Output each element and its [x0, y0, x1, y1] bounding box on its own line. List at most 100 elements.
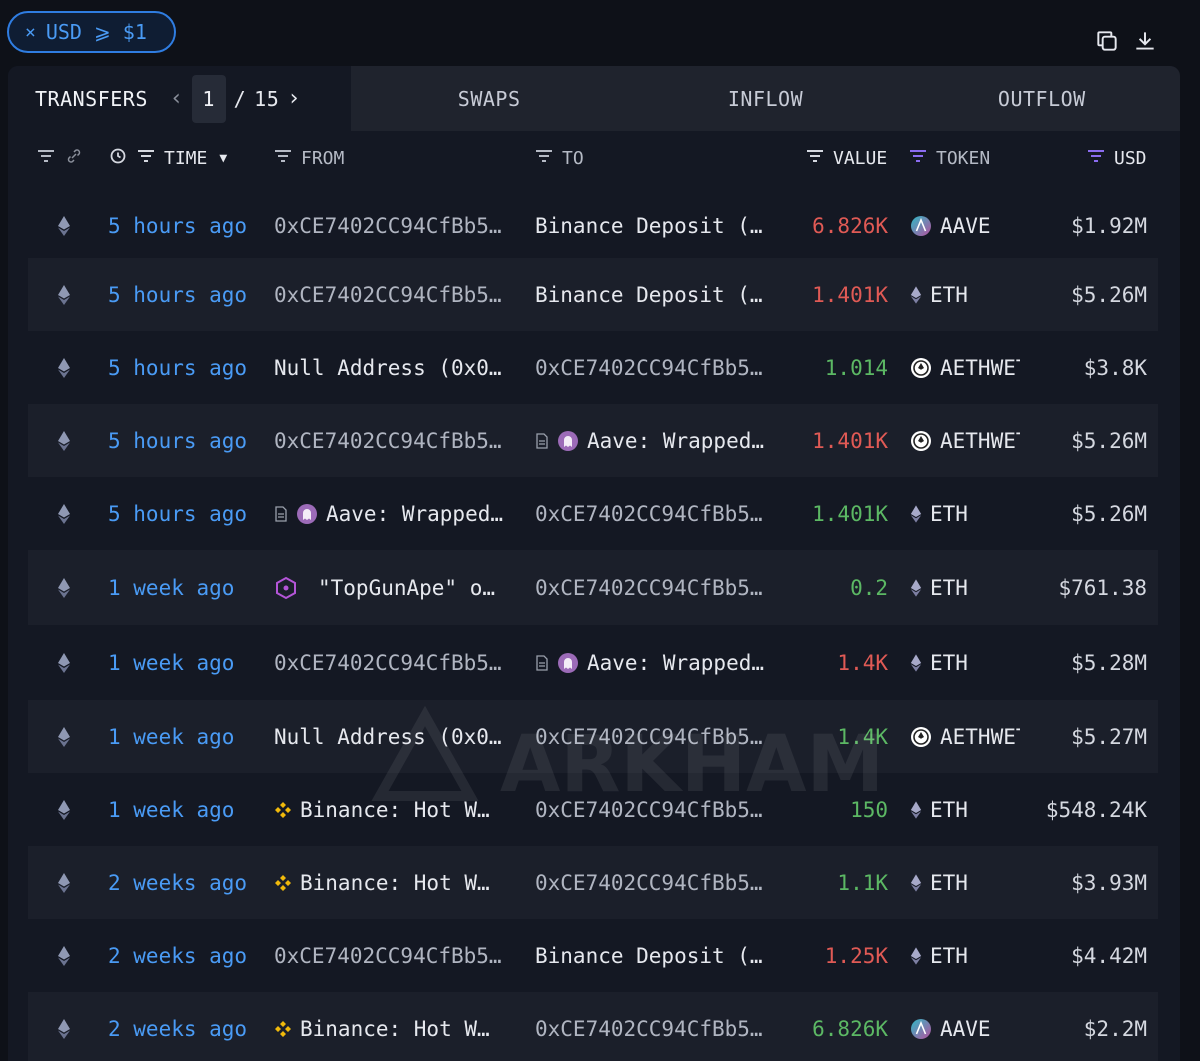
to-address[interactable]: Aave: Wrapped…: [535, 625, 777, 700]
usd-amount: $3.93M: [1071, 870, 1147, 895]
from-address[interactable]: Aave: Wrapped…: [274, 477, 516, 550]
time-link[interactable]: 1 week ago: [108, 550, 268, 625]
from-address[interactable]: 0xCE7402CC94CfBb5…: [274, 189, 516, 262]
table-row[interactable]: 5 hours ago 0xCE7402CC94CfBb5… Binance Dep…: [28, 189, 1158, 262]
to-address-label: Aave: Wrapped…: [587, 650, 765, 675]
table-row[interactable]: 5 hours ago Null Address (0x0… 0xCE7402CC9…: [28, 331, 1158, 404]
table-row[interactable]: 5 hours ago 0xCE7402CC94CfBb5… Binance Dep…: [28, 258, 1158, 331]
to-address-label: Aave: Wrapped…: [587, 428, 765, 453]
from-address[interactable]: 0xCE7402CC94CfBb5…: [274, 404, 516, 477]
to-address[interactable]: Binance Deposit (…: [535, 189, 777, 262]
token-cell[interactable]: ETH: [910, 625, 1020, 700]
from-address-label: Null Address (0x0…: [274, 355, 502, 380]
to-address[interactable]: 0xCE7402CC94CfBb5…: [535, 331, 777, 404]
chevron-right-icon[interactable]: ›: [287, 86, 301, 111]
from-address-label: 0xCE7402CC94CfBb5…: [274, 943, 502, 968]
tab-outflow[interactable]: OUTFLOW: [903, 66, 1180, 131]
to-address[interactable]: Aave: Wrapped…: [535, 404, 777, 477]
page-current[interactable]: 1: [191, 74, 226, 123]
table-row[interactable]: 2 weeks ago Binance: Hot W… 0xCE7402CC94Cf…: [28, 846, 1158, 919]
aave-ghost-icon: [557, 652, 579, 674]
time-link[interactable]: 2 weeks ago: [108, 919, 268, 992]
ethereum-chain-icon: [54, 625, 74, 700]
value-amount: 1.401K: [812, 501, 888, 526]
usd-amount: $548.24K: [1045, 797, 1147, 822]
copy-icon[interactable]: [1094, 28, 1120, 58]
from-header[interactable]: FROM: [273, 131, 344, 186]
pager: ‹ 1 / 15 ›: [170, 74, 301, 123]
table-row[interactable]: 1 week ago 0xCE7402CC94CfBb5… Aave: Wrappe…: [28, 625, 1158, 700]
time-link[interactable]: 5 hours ago: [108, 189, 268, 262]
filter-active-icon[interactable]: [1086, 148, 1106, 169]
token-cell[interactable]: AETHWETH: [910, 331, 1020, 404]
from-address[interactable]: Binance: Hot W…: [274, 992, 516, 1061]
to-address[interactable]: 0xCE7402CC94CfBb5…: [535, 550, 777, 625]
usd-header[interactable]: USD: [1086, 131, 1147, 186]
token-cell[interactable]: ETH: [910, 477, 1020, 550]
to-address[interactable]: 0xCE7402CC94CfBb5…: [535, 477, 777, 550]
to-address[interactable]: 0xCE7402CC94CfBb5…: [535, 992, 777, 1061]
chain-filter[interactable]: [36, 131, 84, 186]
filter-icon[interactable]: [805, 148, 825, 169]
table-row[interactable]: 2 weeks ago Binance: Hot W… 0xCE7402CC94Cf…: [28, 992, 1158, 1061]
filter-icon[interactable]: [534, 148, 554, 169]
time-link[interactable]: 1 week ago: [108, 625, 268, 700]
from-address[interactable]: 0xCE7402CC94CfBb5…: [274, 258, 516, 331]
ethereum-chain-icon: [54, 919, 74, 992]
time-link[interactable]: 2 weeks ago: [108, 846, 268, 919]
table-row[interactable]: 5 hours ago 0xCE7402CC94CfBb5… Aave: Wrapp…: [28, 404, 1158, 477]
token-cell[interactable]: ETH: [910, 846, 1020, 919]
tab-bar: TRANSFERS ‹ 1 / 15 › SWAPS INFLOW OUTFLO…: [8, 66, 1180, 131]
table-row[interactable]: 5 hours ago Aave: Wrapped… 0xCE7402CC94CfB…: [28, 477, 1158, 550]
time-link[interactable]: 5 hours ago: [108, 404, 268, 477]
download-icon[interactable]: [1132, 28, 1158, 58]
token-cell[interactable]: ETH: [910, 773, 1020, 846]
time-link[interactable]: 1 week ago: [108, 700, 268, 773]
value-header[interactable]: VALUE: [805, 131, 887, 186]
token-cell[interactable]: AETHWETH: [910, 404, 1020, 477]
filter-icon[interactable]: [273, 148, 293, 169]
from-address[interactable]: Null Address (0x0…: [274, 331, 516, 404]
token-cell[interactable]: ETH: [910, 919, 1020, 992]
filter-icon[interactable]: [136, 148, 156, 169]
to-header[interactable]: TO: [534, 131, 584, 186]
to-address[interactable]: Binance Deposit (…: [535, 258, 777, 331]
token-symbol: AETHWETH: [940, 428, 1020, 453]
value-amount: 1.401K: [812, 428, 888, 453]
token-cell[interactable]: AAVE: [910, 189, 1020, 262]
time-link[interactable]: 1 week ago: [108, 773, 268, 846]
filter-active-icon[interactable]: [908, 148, 928, 169]
from-address[interactable]: 0xCE7402CC94CfBb5…: [274, 919, 516, 992]
time-link[interactable]: 5 hours ago: [108, 331, 268, 404]
caret-down-icon[interactable]: ▼: [219, 151, 227, 166]
tab-inflow[interactable]: INFLOW: [627, 66, 904, 131]
filter-icon[interactable]: [36, 148, 56, 169]
token-cell[interactable]: ETH: [910, 550, 1020, 625]
token-cell[interactable]: AETHWETH: [910, 700, 1020, 773]
time-header[interactable]: TIME ▼: [108, 131, 227, 186]
from-address[interactable]: "TopGunApe" o…: [274, 550, 516, 625]
usd-filter-chip[interactable]: × USD ⩾ $1: [7, 11, 176, 53]
time-link[interactable]: 5 hours ago: [108, 258, 268, 331]
to-address[interactable]: Binance Deposit (…: [535, 919, 777, 992]
eth-icon: [910, 578, 922, 598]
token-cell[interactable]: AAVE: [910, 992, 1020, 1061]
link-icon[interactable]: [64, 148, 84, 169]
table-row[interactable]: 1 week ago "TopGunApe" o… 0xCE7402CC94CfBb…: [28, 550, 1158, 625]
tab-transfers[interactable]: TRANSFERS ‹ 1 / 15 ›: [8, 66, 351, 131]
from-address[interactable]: 0xCE7402CC94CfBb5…: [274, 625, 516, 700]
time-link[interactable]: 5 hours ago: [108, 477, 268, 550]
binance-icon: [274, 1020, 292, 1038]
from-address[interactable]: Binance: Hot W…: [274, 846, 516, 919]
aave-ghost-icon: [557, 430, 579, 452]
tab-swaps[interactable]: SWAPS: [351, 66, 628, 131]
close-icon[interactable]: ×: [25, 22, 36, 43]
table-row[interactable]: 2 weeks ago 0xCE7402CC94CfBb5… Binance Dep…: [28, 919, 1158, 992]
chevron-left-icon[interactable]: ‹: [170, 86, 184, 111]
token-cell[interactable]: ETH: [910, 258, 1020, 331]
aave-icon: [910, 215, 932, 237]
usd-amount: $4.42M: [1071, 943, 1147, 968]
token-header[interactable]: TOKEN: [908, 131, 990, 186]
to-address[interactable]: 0xCE7402CC94CfBb5…: [535, 846, 777, 919]
time-link[interactable]: 2 weeks ago: [108, 992, 268, 1061]
